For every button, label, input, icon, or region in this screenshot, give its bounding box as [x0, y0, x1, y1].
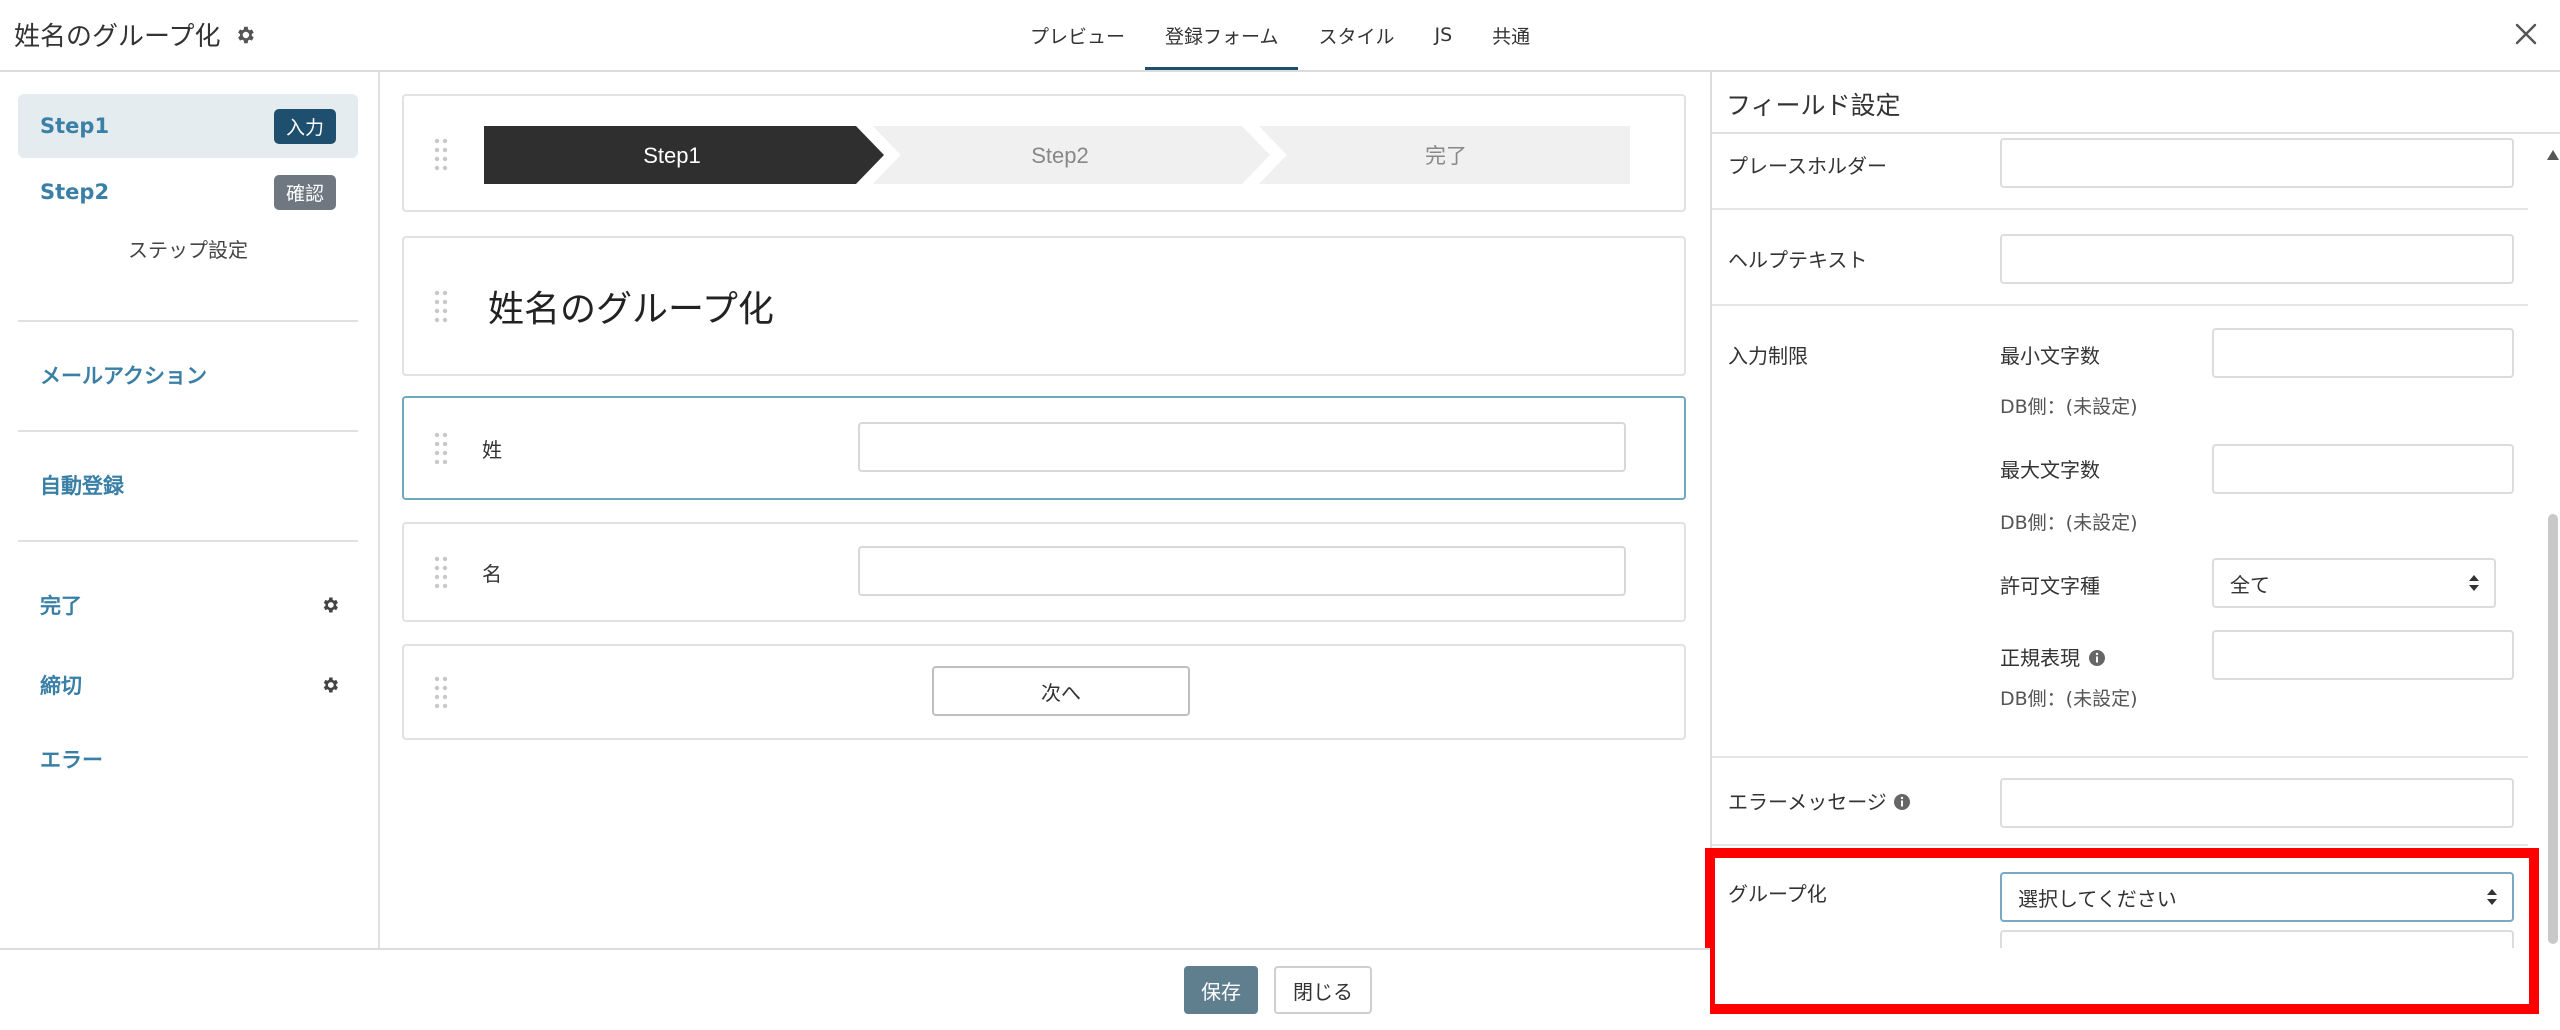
error-message-input[interactable]	[2000, 778, 2514, 828]
min-length-label: 最小文字数	[2000, 344, 2100, 368]
form-title-block[interactable]: 姓名のグループ化	[402, 236, 1686, 376]
field-block-last-name[interactable]: 姓	[402, 396, 1686, 500]
sidebar-step-1[interactable]: Step1 入力	[18, 94, 358, 158]
regex-input[interactable]	[2212, 630, 2514, 680]
progress-label-1: Step1	[643, 143, 701, 168]
help-text-input[interactable]	[2000, 234, 2514, 284]
divider	[1712, 756, 2528, 758]
placeholder-input[interactable]	[2000, 138, 2514, 188]
button-block[interactable]: 次へ	[402, 644, 1686, 740]
sort-arrows-icon	[2486, 887, 2498, 907]
field-label: 名	[482, 562, 502, 586]
divider	[18, 320, 358, 322]
top-bar: 姓名のグループ化 プレビュー 登録フォーム スタイル JS 共通	[0, 0, 2560, 72]
input-limit-label: 入力制限	[1728, 344, 1808, 368]
step-label: Step2	[40, 180, 110, 204]
allowed-chars-label: 許可文字種	[2000, 574, 2100, 598]
field-settings-panel: フィールド設定 プレースホルダー ヘルプテキスト 入力制限 最小文字数 DB側：…	[1710, 72, 2560, 948]
max-length-label: 最大文字数	[2000, 458, 2100, 482]
form-editor: Step1 Step2 完了 姓名のグループ化 姓 名 次へ	[382, 72, 1710, 948]
step-label: Step1	[40, 114, 110, 138]
tab-registration-form[interactable]: 登録フォーム	[1145, 0, 1299, 70]
drag-handle-icon[interactable]	[434, 290, 448, 324]
sidebar-item-label: 締切	[40, 674, 82, 698]
tab-js[interactable]: JS	[1414, 0, 1472, 70]
last-name-input[interactable]	[858, 422, 1626, 472]
close-icon[interactable]	[2510, 18, 2542, 50]
drag-handle-icon[interactable]	[434, 432, 448, 466]
panel-title: フィールド設定	[1712, 72, 2560, 134]
divider	[1712, 844, 2528, 846]
min-length-input[interactable]	[2212, 328, 2514, 378]
sidebar-item-mail-action[interactable]: メールアクション	[40, 360, 340, 390]
sidebar: Step1 入力 Step2 確認 ステップ設定 メールアクション 自動登録 完…	[0, 72, 380, 948]
min-length-db-note: DB側：(未設定)	[2000, 396, 2138, 418]
tab-style[interactable]: スタイル	[1298, 0, 1414, 70]
sidebar-item-error[interactable]: エラー	[40, 744, 340, 774]
field-block-first-name[interactable]: 名	[402, 522, 1686, 622]
grouping-dropdown: 名	[2000, 930, 2514, 948]
step-progress-bar: Step1 Step2 完了	[484, 126, 1630, 184]
gear-icon[interactable]	[234, 24, 256, 46]
placeholder-label: プレースホルダー	[1728, 154, 1887, 178]
next-button[interactable]: 次へ	[932, 666, 1190, 716]
tab-preview[interactable]: プレビュー	[1010, 0, 1145, 70]
scrollbar-thumb[interactable]	[2548, 514, 2558, 944]
divider	[1712, 208, 2528, 210]
progress-label-2: Step2	[1031, 143, 1089, 168]
drag-handle-icon[interactable]	[434, 556, 448, 590]
sidebar-item-label: 自動登録	[40, 474, 124, 498]
drag-handle-icon[interactable]	[434, 676, 448, 710]
divider	[18, 540, 358, 542]
sidebar-item-auto-register[interactable]: 自動登録	[40, 470, 340, 500]
select-placeholder: 選択してください	[2018, 886, 2177, 911]
progress-label-3: 完了	[1425, 144, 1467, 168]
sort-arrows-icon	[2468, 573, 2480, 593]
step-progress-block[interactable]: Step1 Step2 完了	[402, 94, 1686, 212]
first-name-input[interactable]	[858, 546, 1626, 596]
divider	[1712, 304, 2528, 306]
save-button[interactable]: 保存	[1184, 966, 1258, 1014]
grouping-label: グループ化	[1728, 882, 1827, 906]
page-title: 姓名のグループ化	[14, 22, 221, 52]
sidebar-step-2[interactable]: Step2 確認	[18, 160, 358, 224]
grouping-select[interactable]: 選択してください	[2000, 872, 2514, 922]
select-value: 全て	[2230, 572, 2270, 597]
close-button[interactable]: 閉じる	[1274, 966, 1372, 1014]
info-icon[interactable]	[1893, 792, 1911, 810]
regex-label: 正規表現	[2000, 642, 2106, 671]
sidebar-item-label: エラー	[40, 748, 103, 772]
page-title-group: 姓名のグループ化	[14, 16, 256, 53]
tab-common[interactable]: 共通	[1472, 0, 1550, 70]
status-badge: 確認	[273, 174, 336, 210]
tab-bar: プレビュー 登録フォーム スタイル JS 共通	[1010, 0, 1550, 72]
regex-db-note: DB側：(未設定)	[2000, 688, 2138, 710]
gear-icon[interactable]	[320, 595, 340, 615]
allowed-chars-select[interactable]: 全て	[2212, 558, 2496, 608]
scrollbar[interactable]	[2542, 134, 2560, 948]
sidebar-item-label: メールアクション	[40, 364, 207, 388]
divider	[18, 430, 358, 432]
form-heading: 姓名のグループ化	[488, 289, 774, 330]
sidebar-item-label: 完了	[40, 594, 82, 618]
error-message-label: エラーメッセージ	[1728, 786, 1911, 815]
sidebar-item-deadline[interactable]: 締切	[40, 670, 340, 700]
help-text-label: ヘルプテキスト	[1728, 248, 1868, 272]
info-icon[interactable]	[2088, 648, 2106, 666]
status-badge: 入力	[273, 108, 336, 144]
sidebar-item-complete[interactable]: 完了	[40, 590, 340, 620]
max-length-input[interactable]	[2212, 444, 2514, 494]
drag-handle-icon[interactable]	[434, 138, 448, 172]
footer-bar: 保存 閉じる	[0, 948, 1710, 1030]
gear-icon[interactable]	[320, 675, 340, 695]
max-length-db-note: DB側：(未設定)	[2000, 512, 2138, 534]
scroll-up-icon[interactable]	[2546, 146, 2560, 160]
field-label: 姓	[482, 438, 502, 462]
step-settings-link[interactable]: ステップ設定	[18, 234, 358, 263]
